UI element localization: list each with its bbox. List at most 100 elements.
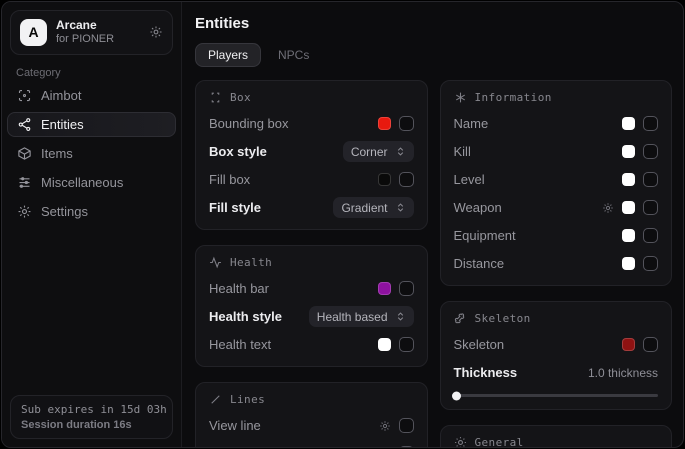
setting-label: Skeleton: [454, 337, 505, 352]
color-swatch[interactable]: [378, 117, 391, 130]
setting-label: Fill style: [209, 200, 261, 215]
setting-row-skeleton: Skeleton: [454, 335, 659, 354]
sun-icon: [454, 436, 467, 447]
chevron-up-down-icon: [395, 311, 406, 322]
health-pulse-icon: [209, 256, 222, 269]
page-title: Entities: [195, 15, 672, 32]
fill-box-checkbox[interactable]: [399, 172, 414, 187]
card-title: Box: [230, 91, 251, 104]
setting-label: Line to enemy: [209, 446, 291, 447]
setting-label: Health bar: [209, 281, 269, 296]
category-label: Category: [16, 67, 181, 79]
level-checkbox[interactable]: [643, 172, 658, 187]
sidebar-item-entities[interactable]: Entities: [7, 112, 176, 137]
sidebar-item-label: Miscellaneous: [41, 175, 123, 190]
color-swatch[interactable]: [622, 173, 635, 186]
sidebar-item-aimbot[interactable]: Aimbot: [7, 83, 176, 108]
setting-row-fill-style: Fill style Gradient: [209, 198, 414, 217]
setting-label: Fill box: [209, 172, 250, 187]
kill-checkbox[interactable]: [643, 144, 658, 159]
gear-icon[interactable]: [379, 420, 391, 432]
equipment-checkbox[interactable]: [643, 228, 658, 243]
dropdown-value: Corner: [351, 145, 388, 159]
app-logo: A: [20, 19, 47, 46]
setting-row-box-style: Box style Corner: [209, 142, 414, 161]
weapon-checkbox[interactable]: [643, 200, 658, 215]
distance-checkbox[interactable]: [643, 256, 658, 271]
sidebar-item-items[interactable]: Items: [7, 141, 176, 166]
entities-network-icon: [17, 117, 32, 132]
setting-row-health-text: Health text: [209, 335, 414, 354]
tab-bar: Players NPCs: [195, 43, 672, 67]
setting-row-weapon: Weapon: [454, 198, 659, 217]
color-swatch[interactable]: [622, 338, 635, 351]
color-swatch[interactable]: [622, 145, 635, 158]
brand-subtitle: for PIONER: [56, 33, 140, 47]
bounding-box-checkbox[interactable]: [399, 116, 414, 131]
box-card: Box Bounding box Box style: [195, 80, 428, 230]
setting-label: Health style: [209, 309, 282, 324]
view-line-checkbox[interactable]: [399, 418, 414, 433]
gear-icon[interactable]: [602, 202, 614, 214]
setting-row-bounding-box: Bounding box: [209, 114, 414, 133]
bone-icon: [454, 312, 467, 325]
box-style-dropdown[interactable]: Corner: [343, 141, 414, 162]
health-bar-checkbox[interactable]: [399, 281, 414, 296]
crosshair-scan-icon: [17, 88, 32, 103]
health-text-checkbox[interactable]: [399, 337, 414, 352]
color-swatch[interactable]: [378, 173, 391, 186]
setting-label: View line: [209, 418, 261, 433]
sidebar-nav: Aimbot Entities Items: [2, 83, 181, 224]
diagonal-line-icon: [209, 393, 222, 406]
color-swatch[interactable]: [622, 229, 635, 242]
setting-row-line-to-enemy: Line to enemy: [209, 444, 414, 447]
setting-row-distance: Distance: [454, 254, 659, 273]
name-checkbox[interactable]: [643, 116, 658, 131]
sidebar-item-label: Items: [41, 146, 73, 161]
setting-label: Box style: [209, 144, 267, 159]
lines-card: Lines View line: [195, 382, 428, 447]
color-swatch[interactable]: [378, 282, 391, 295]
tab-players[interactable]: Players: [195, 43, 261, 67]
setting-row-view-line: View line: [209, 416, 414, 435]
sidebar-item-settings[interactable]: Settings: [7, 199, 176, 224]
sidebar-item-miscellaneous[interactable]: Miscellaneous: [7, 170, 176, 195]
color-swatch[interactable]: [622, 117, 635, 130]
setting-row-health-style: Health style Health based: [209, 307, 414, 326]
skeleton-checkbox[interactable]: [643, 337, 658, 352]
brand-card: A Arcane for PIONER: [10, 10, 173, 55]
dropdown-value: Health based: [317, 310, 388, 324]
card-title: General: [475, 436, 524, 447]
tab-npcs[interactable]: NPCs: [265, 43, 322, 67]
sidebar: A Arcane for PIONER Category: [2, 2, 182, 447]
setting-label: Name: [454, 116, 489, 131]
setting-row-level: Level: [454, 170, 659, 189]
fill-style-dropdown[interactable]: Gradient: [333, 197, 413, 218]
brand-title: Arcane: [56, 18, 140, 33]
dropdown-value: Gradient: [341, 201, 387, 215]
line-to-enemy-checkbox[interactable]: [399, 446, 414, 447]
setting-label: Distance: [454, 256, 505, 271]
setting-label: Weapon: [454, 200, 502, 215]
slider-thumb[interactable]: [452, 391, 461, 400]
gear-icon[interactable]: [149, 25, 163, 39]
thickness-slider[interactable]: [454, 394, 659, 397]
sidebar-item-label: Aimbot: [41, 88, 81, 103]
setting-row-thickness: Thickness 1.0 thickness: [454, 363, 659, 382]
card-title: Skeleton: [475, 312, 531, 325]
setting-row-health-bar: Health bar: [209, 279, 414, 298]
card-title: Health: [230, 256, 272, 269]
color-swatch[interactable]: [378, 338, 391, 351]
general-card: General Visibility check: [440, 425, 673, 447]
gear-icon: [17, 204, 32, 219]
info-asterisk-icon: [454, 91, 467, 104]
setting-row-fill-box: Fill box: [209, 170, 414, 189]
health-style-dropdown[interactable]: Health based: [309, 306, 414, 327]
setting-label: Thickness: [454, 365, 518, 380]
chevron-up-down-icon: [395, 202, 406, 213]
color-swatch[interactable]: [622, 201, 635, 214]
card-title: Information: [475, 91, 552, 104]
setting-row-kill: Kill: [454, 142, 659, 161]
color-swatch[interactable]: [622, 257, 635, 270]
package-icon: [17, 146, 32, 161]
